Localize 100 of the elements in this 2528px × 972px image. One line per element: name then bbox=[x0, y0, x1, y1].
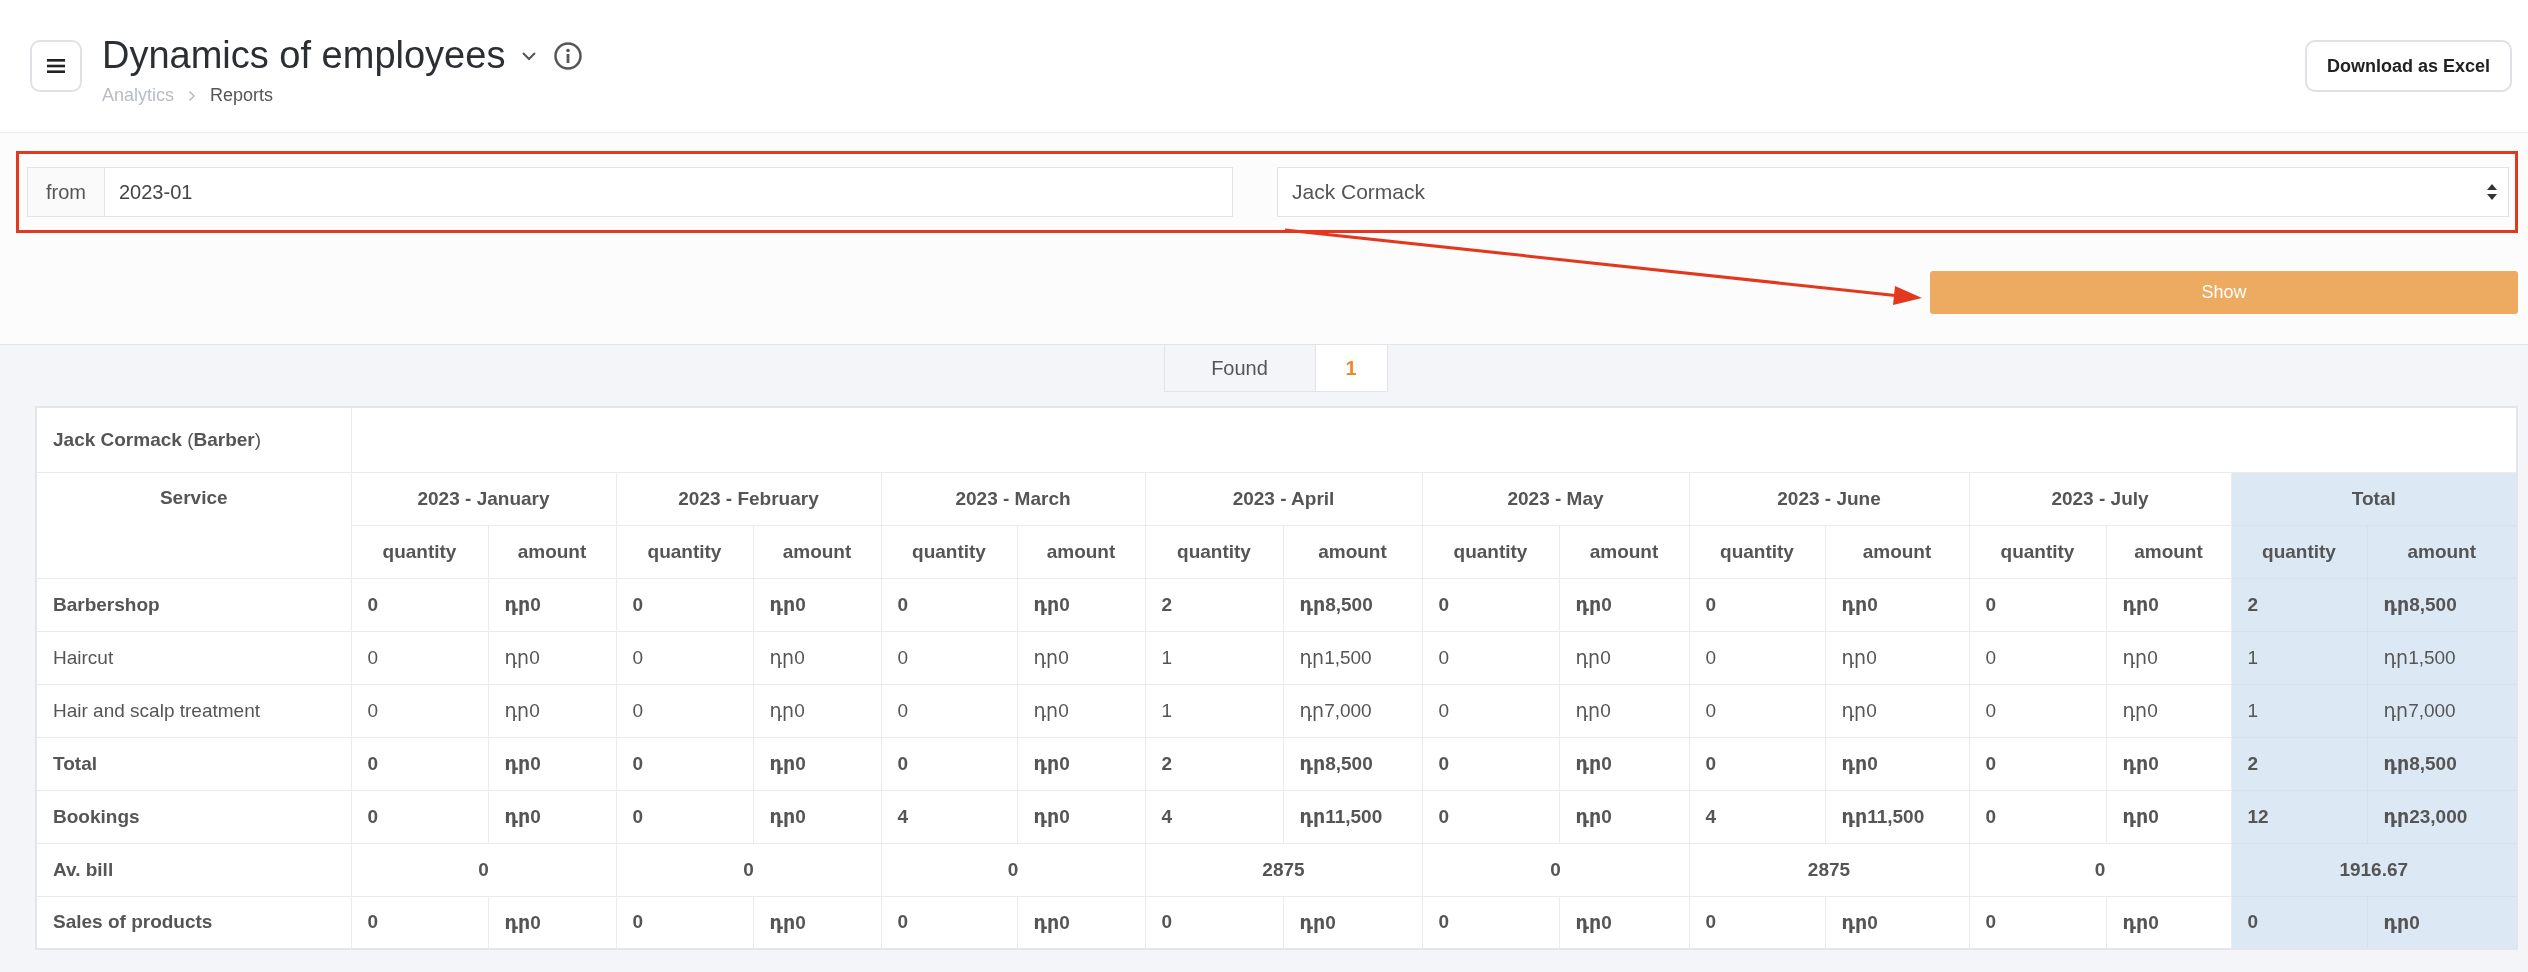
row-label: Haircut bbox=[36, 631, 351, 684]
column-header: 2023 - January bbox=[351, 472, 616, 525]
chevron-right-icon bbox=[188, 89, 197, 102]
table-cell: դր0 bbox=[1017, 578, 1145, 631]
table-cell: դր23,000 bbox=[2367, 790, 2517, 843]
column-header: quantity bbox=[1689, 525, 1825, 578]
table-cell: դր0 bbox=[1559, 896, 1689, 949]
table-cell: դր0 bbox=[753, 631, 881, 684]
table-cell: դր0 bbox=[1017, 631, 1145, 684]
table-cell: դր0 bbox=[488, 896, 616, 949]
table-cell: 0 bbox=[1969, 578, 2106, 631]
table-cell: 0 bbox=[1145, 896, 1283, 949]
column-header: Service bbox=[36, 472, 351, 578]
table-cell: դր0 bbox=[1017, 896, 1145, 949]
table-cell: 0 bbox=[351, 790, 488, 843]
table-cell: 2875 bbox=[1689, 843, 1969, 896]
table-cell: 0 bbox=[1969, 737, 2106, 790]
field-label: from bbox=[27, 167, 105, 217]
employee-name-cell: Jack Cormack (Barber) bbox=[36, 407, 351, 472]
column-header: 2023 - July bbox=[1969, 472, 2231, 525]
table-cell: 4 bbox=[881, 790, 1017, 843]
table-cell: 1 bbox=[1145, 684, 1283, 737]
table-cell: դր0 bbox=[488, 684, 616, 737]
table-cell: 4 bbox=[1689, 790, 1825, 843]
table-cell: 2 bbox=[2231, 737, 2367, 790]
table-cell: 2875 bbox=[1145, 843, 1422, 896]
table-cell: դր0 bbox=[1017, 790, 1145, 843]
row-label: Total bbox=[36, 737, 351, 790]
row-label: Av. bill bbox=[36, 843, 351, 896]
table-cell: դր0 bbox=[488, 737, 616, 790]
table-cell: 0 bbox=[351, 578, 488, 631]
column-header: amount bbox=[2367, 525, 2517, 578]
table-cell: 0 bbox=[1422, 843, 1689, 896]
column-header: amount bbox=[488, 525, 616, 578]
table-cell: 0 bbox=[1689, 578, 1825, 631]
column-header: quantity bbox=[1145, 525, 1283, 578]
table-cell: 1916.67 bbox=[2231, 843, 2517, 896]
column-header: quantity bbox=[2231, 525, 2367, 578]
table-cell: 0 bbox=[1689, 684, 1825, 737]
table-cell: 0 bbox=[881, 578, 1017, 631]
table-cell: դր0 bbox=[2106, 684, 2231, 737]
table-cell: դր0 bbox=[1825, 896, 1969, 949]
table-cell: 0 bbox=[351, 631, 488, 684]
table-cell: 0 bbox=[2231, 896, 2367, 949]
menu-button[interactable] bbox=[30, 40, 82, 92]
info-icon[interactable] bbox=[553, 40, 584, 71]
row-label: Barbershop bbox=[36, 578, 351, 631]
table-cell: դր0 bbox=[753, 737, 881, 790]
table-cell: դր0 bbox=[1559, 631, 1689, 684]
download-excel-button[interactable]: Download as Excel bbox=[2304, 40, 2512, 92]
table-cell: դր0 bbox=[1559, 684, 1689, 737]
table-cell: դր0 bbox=[1559, 737, 1689, 790]
table-cell: դր11,500 bbox=[1825, 790, 1969, 843]
table-cell: դր0 bbox=[2106, 631, 2231, 684]
table-cell: 0 bbox=[351, 684, 488, 737]
table-cell: դր8,500 bbox=[2367, 737, 2517, 790]
column-header: 2023 - June bbox=[1689, 472, 1969, 525]
table-cell: 0 bbox=[351, 843, 616, 896]
table-cell: դր0 bbox=[2106, 790, 2231, 843]
table-cell: դր1,500 bbox=[1283, 631, 1422, 684]
table-cell: 0 bbox=[1422, 684, 1559, 737]
menu-icon bbox=[47, 58, 65, 74]
column-header: 2023 - May bbox=[1422, 472, 1689, 525]
table-cell: դր0 bbox=[2106, 737, 2231, 790]
table-cell: դր0 bbox=[753, 896, 881, 949]
table-cell: 0 bbox=[351, 896, 488, 949]
row-label: Bookings bbox=[36, 790, 351, 843]
table-cell: դր0 bbox=[2367, 896, 2517, 949]
date-input[interactable]: 2023-01 bbox=[105, 167, 1233, 217]
employee-select[interactable]: Jack Cormack bbox=[1277, 167, 2509, 217]
table-cell: դր0 bbox=[488, 578, 616, 631]
table-cell: 0 bbox=[616, 896, 753, 949]
column-header: 2023 - March bbox=[881, 472, 1145, 525]
table-cell: 1 bbox=[2231, 631, 2367, 684]
column-header: quantity bbox=[881, 525, 1017, 578]
table-cell: 1 bbox=[2231, 684, 2367, 737]
table-cell: դր0 bbox=[1825, 631, 1969, 684]
breadcrumb-link[interactable]: Reports bbox=[210, 85, 274, 106]
row-label: Sales of products bbox=[36, 896, 351, 949]
table-cell: 0 bbox=[1422, 737, 1559, 790]
table-cell: դր11,500 bbox=[1283, 790, 1422, 843]
column-header: 2023 - April bbox=[1145, 472, 1422, 525]
column-header: amount bbox=[753, 525, 881, 578]
table-cell: 0 bbox=[1689, 631, 1825, 684]
found-count: 1 bbox=[1315, 345, 1388, 392]
column-header: 2023 - February bbox=[616, 472, 881, 525]
table-cell: 0 bbox=[616, 843, 881, 896]
table-cell: դր0 bbox=[1825, 737, 1969, 790]
chevron-down-icon[interactable] bbox=[521, 50, 538, 61]
column-header: quantity bbox=[1969, 525, 2106, 578]
table-cell: 0 bbox=[1969, 843, 2231, 896]
table-cell: դր0 bbox=[488, 790, 616, 843]
column-header: Total bbox=[2231, 472, 2517, 525]
table-cell: 0 bbox=[881, 737, 1017, 790]
table-cell: դր0 bbox=[1017, 684, 1145, 737]
sort-arrows-icon bbox=[2486, 182, 2498, 202]
table-cell: 0 bbox=[1969, 790, 2106, 843]
table-cell: 0 bbox=[881, 843, 1145, 896]
table-cell: դր0 bbox=[753, 790, 881, 843]
table-cell: դր1,500 bbox=[2367, 631, 2517, 684]
